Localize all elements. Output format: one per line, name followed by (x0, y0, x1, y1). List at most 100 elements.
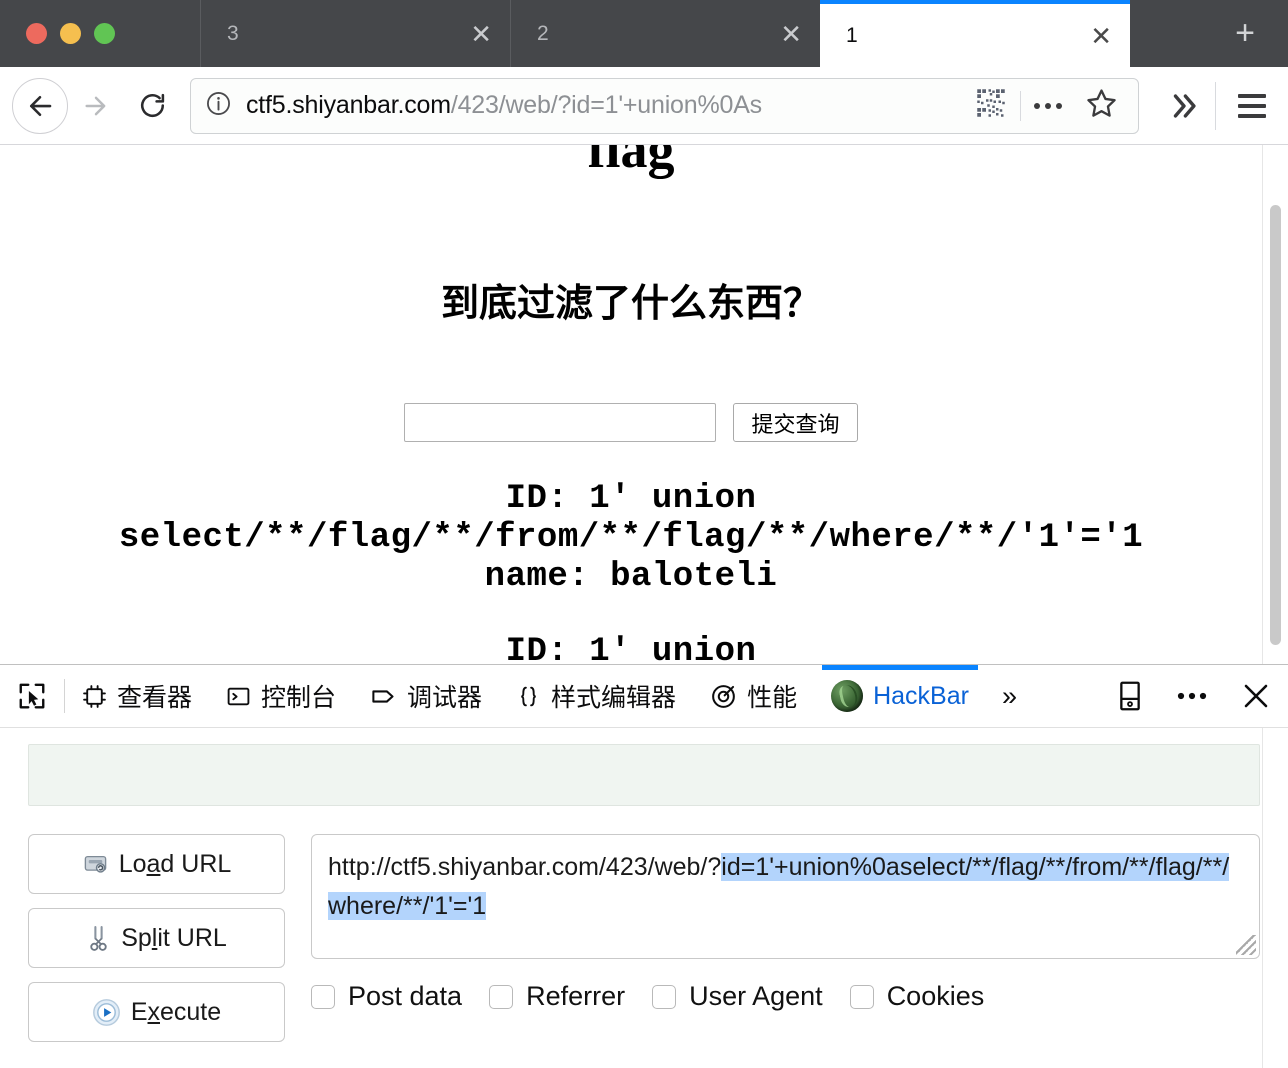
result-id-line-2: select/**/flag/**/from/**/flag/**/where/… (118, 519, 1144, 558)
forward-button[interactable] (68, 78, 124, 134)
devtools-tab-performance[interactable]: 性能 (693, 665, 814, 728)
browser-tab-strip: 3 ✕ 2 ✕ 1 ✕ + (0, 0, 1288, 67)
hamburger-menu-icon[interactable] (1216, 93, 1288, 118)
page-scrollbar-thumb[interactable] (1270, 205, 1281, 645)
post-data-label[interactable]: Post data (348, 981, 462, 1012)
hackbar-panel: Load URL Split URL Execute http://ctf5.s… (0, 728, 1288, 1042)
tab-title: 2 (537, 21, 549, 45)
browser-tab-2[interactable]: 2 ✕ (510, 0, 820, 67)
load-url-icon (84, 855, 107, 873)
submit-query-button[interactable]: 提交查询 (733, 403, 858, 442)
devtools-tab-label: 调试器 (407, 684, 483, 712)
devtools-right-controls (1100, 681, 1288, 711)
devtools-tab-label: 查看器 (117, 684, 193, 712)
page-title: flag (587, 145, 675, 179)
hackbar-main-row: Load URL Split URL Execute http://ctf5.s… (28, 834, 1260, 1042)
close-icon[interactable]: ✕ (470, 21, 492, 47)
navbar-right-controls (1153, 81, 1288, 130)
split-url-label: Split URL (121, 923, 227, 952)
execute-label: Execute (130, 997, 222, 1026)
devtools-tab-hackbar[interactable]: HackBar (814, 664, 986, 728)
window-traffic-lights (0, 0, 200, 67)
reload-button[interactable] (124, 78, 180, 134)
result-id-line-1: ID: 1' union (505, 480, 757, 518)
reload-icon (140, 93, 164, 118)
devtools-tab-inspector[interactable]: 查看器 (65, 665, 209, 728)
devtools-tab-style-editor[interactable]: 样式编辑器 (499, 665, 693, 728)
responsive-design-mode-icon (1120, 681, 1140, 711)
page-info-icon[interactable] (205, 90, 232, 122)
window-close-button[interactable] (26, 23, 47, 44)
bookmark-star-icon[interactable] (1075, 87, 1128, 125)
devtools-tab-label: 性能 (747, 684, 798, 712)
hackbar-options: Post data Referrer User Agent Cookies (311, 981, 1260, 1012)
inspector-icon (83, 684, 106, 708)
query-form: 提交查询 (0, 403, 1262, 442)
hackbar-url-textarea[interactable]: http://ctf5.shiyanbar.com/423/web/?id=1'… (311, 834, 1260, 959)
browser-navigation-bar: ctf5.shiyanbar.com/423/web/?id=1'+union%… (0, 67, 1288, 145)
devtools-ellipsis-icon (1177, 692, 1207, 700)
tab-list: 3 ✕ 2 ✕ 1 ✕ (200, 0, 1202, 67)
referrer-checkbox[interactable] (489, 984, 514, 1009)
post-data-checkbox[interactable] (311, 984, 335, 1009)
devtools-tab-console[interactable]: 控制台 (209, 665, 353, 728)
page-heading: 到底过滤了什么东西？ (440, 283, 821, 325)
qr-code-icon[interactable] (976, 88, 1006, 123)
address-bar[interactable]: ctf5.shiyanbar.com/423/web/?id=1'+union%… (190, 77, 1139, 134)
devtools-more-tabs-button[interactable]: » (986, 681, 1033, 712)
page-actions-button[interactable] (1021, 102, 1075, 109)
devtools-tab-label: 样式编辑器 (551, 684, 677, 712)
devtools-scrollbar[interactable] (1262, 728, 1288, 1068)
arrow-left-icon (29, 95, 52, 116)
load-url-button[interactable]: Load URL (28, 834, 285, 894)
close-icon[interactable]: ✕ (780, 21, 802, 47)
hackbar-console-area[interactable] (28, 744, 1260, 806)
user-agent-label[interactable]: User Agent (689, 981, 823, 1012)
hackbar-icon (831, 680, 864, 712)
tab-title: 3 (227, 21, 239, 45)
devtools-panel: 查看器 控制台 调试器 样式编辑器 性能 HackBar » Load URL … (0, 664, 1288, 1068)
tab-title: 1 (846, 23, 858, 47)
split-url-button[interactable]: Split URL (28, 908, 285, 968)
browser-tab-3[interactable]: 3 ✕ (200, 0, 510, 67)
performance-icon (712, 684, 735, 708)
console-icon (227, 687, 250, 705)
devtools-settings-button[interactable] (1160, 690, 1224, 702)
window-minimize-button[interactable] (60, 23, 81, 44)
element-picker-icon[interactable] (0, 681, 64, 711)
close-devtools-button[interactable] (1224, 681, 1288, 711)
query-result-1: ID: 1' union select/**/flag/**/from/**/f… (0, 480, 1262, 597)
page-scrollbar[interactable] (1262, 145, 1288, 664)
responsive-design-mode-button[interactable] (1100, 681, 1160, 711)
new-tab-button[interactable]: + (1202, 0, 1288, 67)
back-button[interactable] (12, 77, 68, 134)
address-bar-text[interactable]: ctf5.shiyanbar.com/423/web/?id=1'+union%… (246, 91, 962, 120)
devtools-tab-label: 控制台 (261, 684, 337, 712)
browser-tab-1[interactable]: 1 ✕ (820, 0, 1130, 67)
window-zoom-button[interactable] (94, 23, 115, 44)
execute-button[interactable]: Execute (28, 982, 285, 1042)
close-icon[interactable]: ✕ (1090, 23, 1112, 49)
url-plain-part: http://ctf5.shiyanbar.com/423/web/? (328, 853, 722, 881)
result-id-line-1: ID: 1' union (505, 633, 757, 664)
query-input[interactable] (404, 403, 717, 442)
toolbar-overflow-button[interactable] (1153, 89, 1215, 123)
result-name-line: name: baloteli (484, 558, 778, 597)
execute-icon (92, 998, 120, 1026)
load-url-label: Load URL (118, 849, 232, 878)
hackbar-actions: Load URL Split URL Execute (28, 834, 285, 1042)
hackbar-url-area: http://ctf5.shiyanbar.com/423/web/?id=1'… (311, 834, 1260, 1042)
page-viewport: flag 到底过滤了什么东西？ 提交查询 ID: 1' union select… (0, 145, 1288, 664)
debugger-icon (372, 689, 394, 703)
web-page-content: flag 到底过滤了什么东西？ 提交查询 ID: 1' union select… (0, 145, 1262, 664)
referrer-label[interactable]: Referrer (526, 981, 625, 1012)
cookies-checkbox[interactable] (849, 984, 874, 1009)
textarea-resize-handle[interactable] (1236, 935, 1256, 955)
close-devtools-icon (1244, 684, 1268, 708)
user-agent-checkbox[interactable] (652, 984, 677, 1009)
url-overflow: s (749, 91, 763, 119)
cookies-label[interactable]: Cookies (887, 981, 985, 1012)
devtools-tab-label: HackBar (873, 681, 969, 710)
devtools-tab-debugger[interactable]: 调试器 (353, 665, 499, 728)
devtools-toolbar: 查看器 控制台 调试器 样式编辑器 性能 HackBar » (0, 664, 1288, 728)
